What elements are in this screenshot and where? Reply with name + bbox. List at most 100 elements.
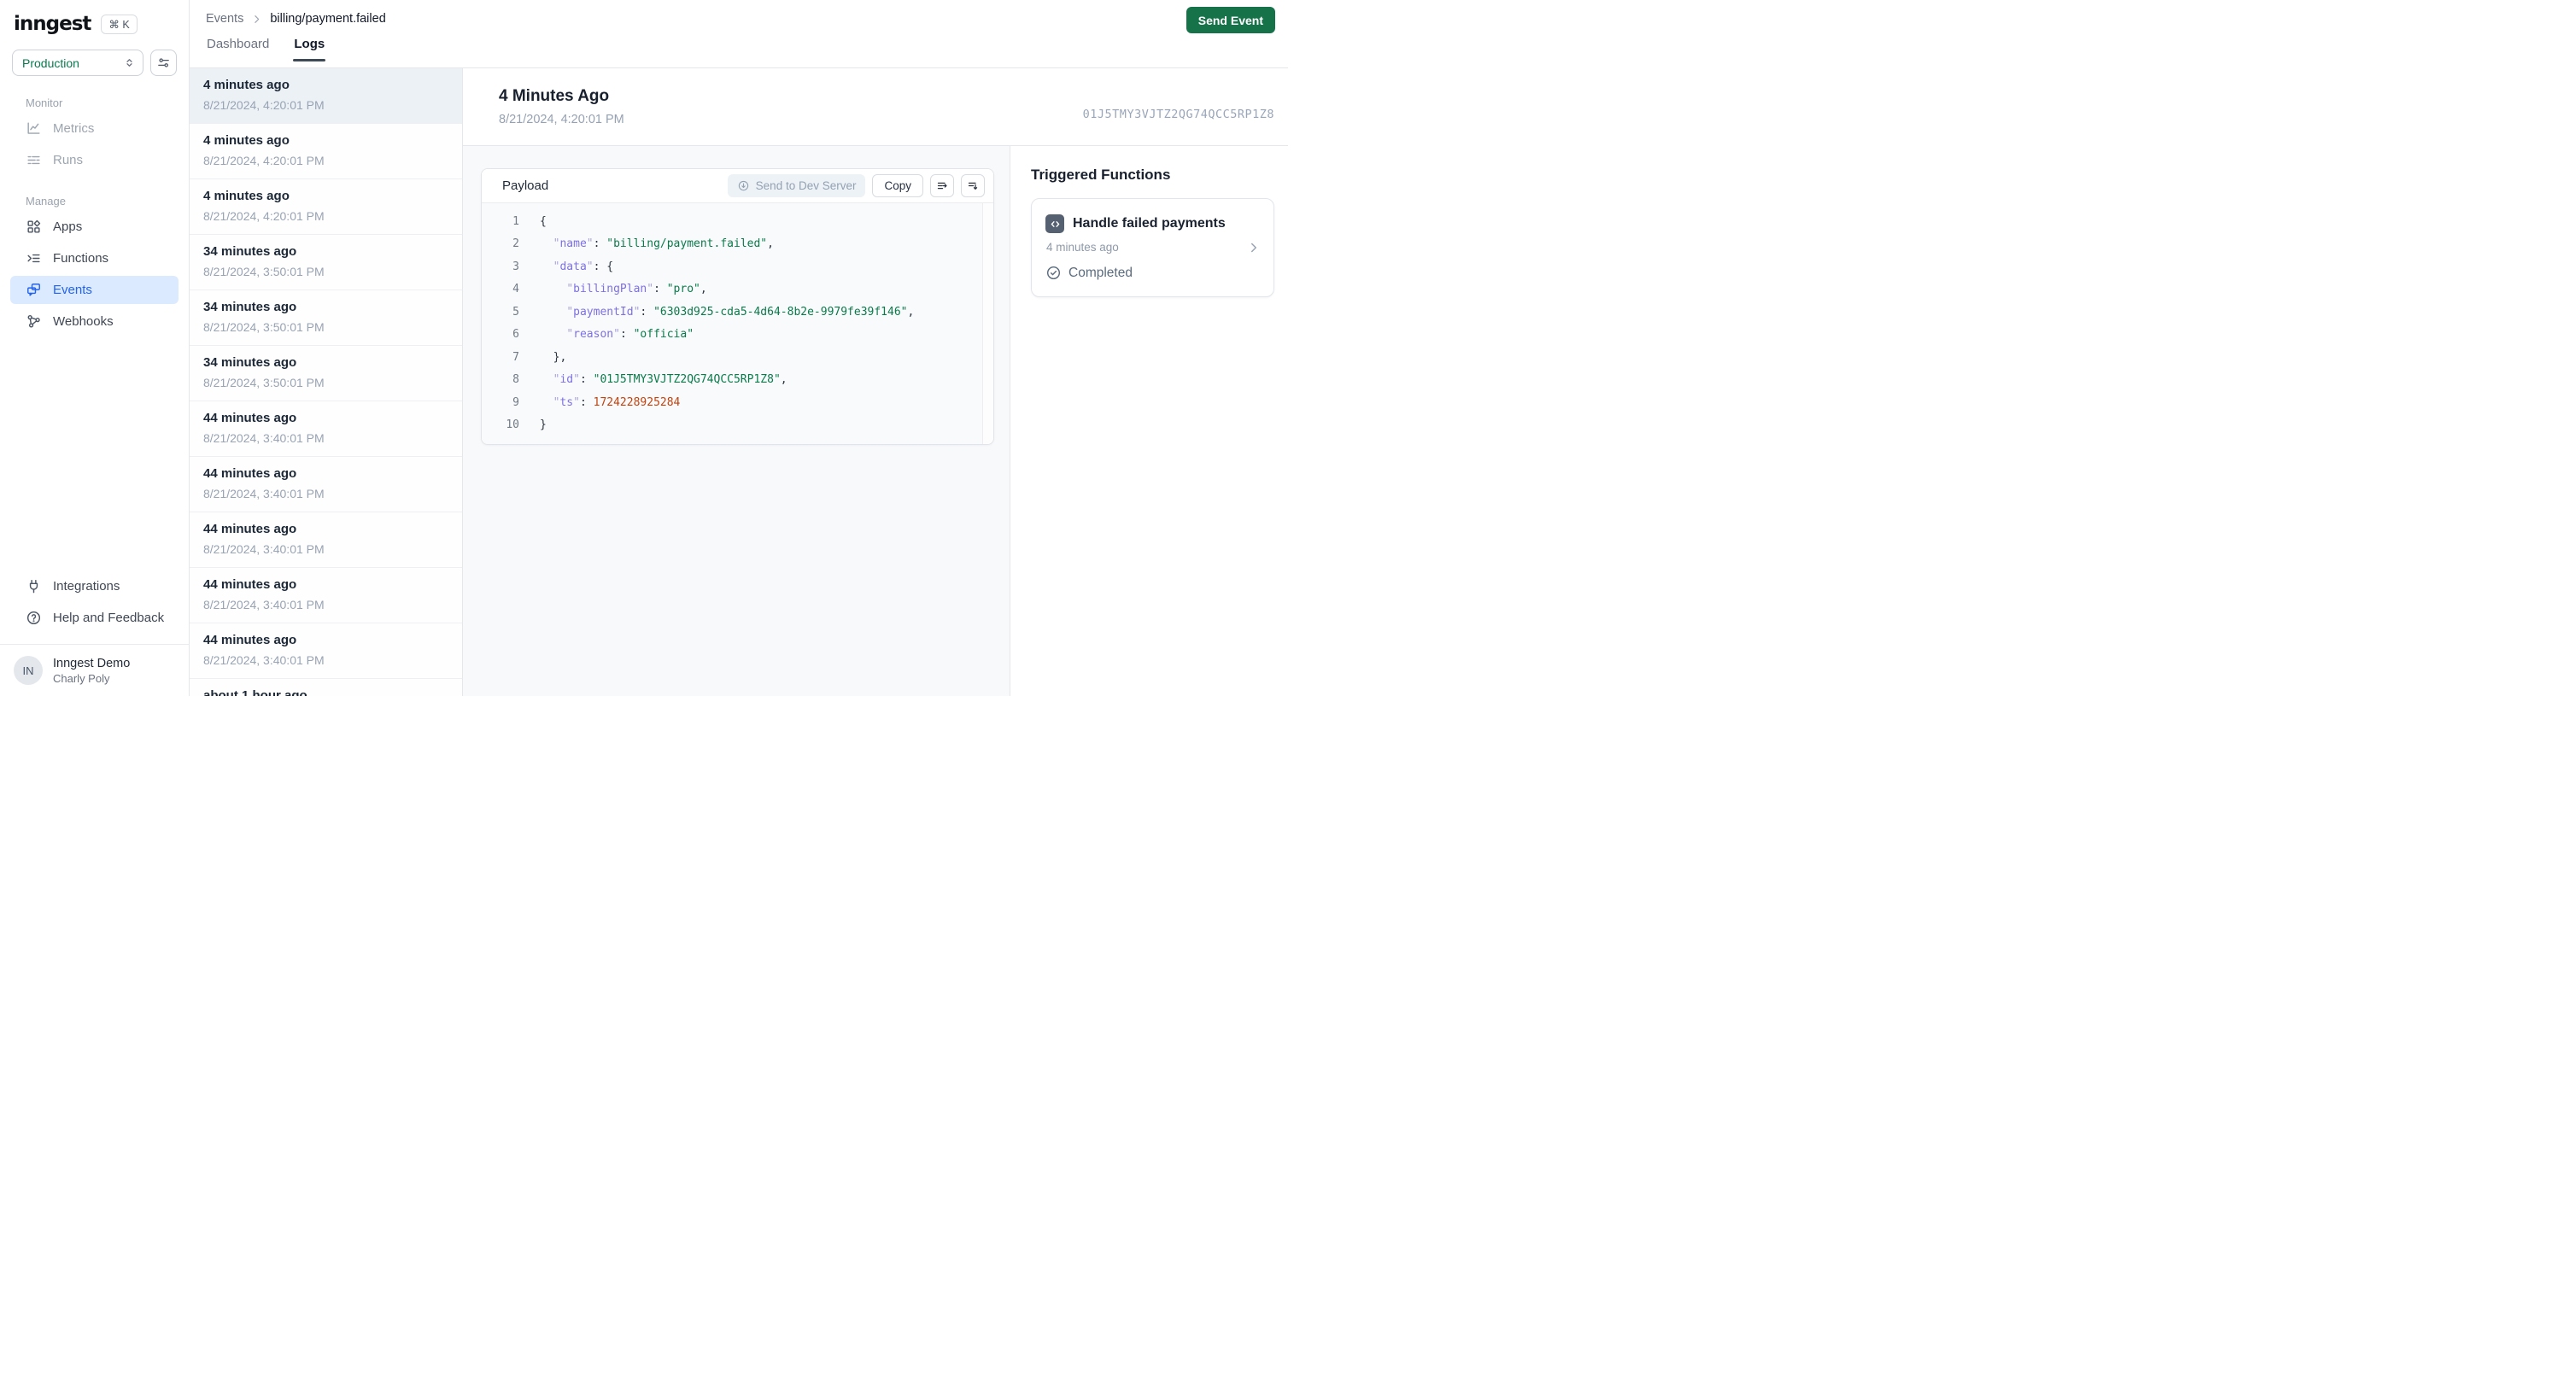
metrics-icon — [26, 120, 42, 137]
webhooks-icon — [26, 313, 42, 330]
code-content: "paymentId": "6303d925-cda5-4d64-8b2e-99… — [566, 305, 915, 319]
function-code-icon — [1045, 214, 1064, 233]
sidebar-item-label: Runs — [53, 153, 84, 167]
log-list-item[interactable]: 34 minutes ago 8/21/2024, 3:50:01 PM — [190, 235, 462, 290]
log-item-title: 4 minutes ago — [203, 189, 290, 203]
function-run-time: 4 minutes ago — [1046, 241, 1119, 254]
code-content: } — [540, 418, 547, 432]
main-area: Events billing/payment.failed Dashboard … — [190, 0, 1288, 696]
sidebar-item-webhooks[interactable]: Webhooks — [10, 307, 179, 336]
log-item-timestamp: 8/21/2024, 4:20:01 PM — [203, 154, 325, 167]
sidebar-item-integrations[interactable]: Integrations — [10, 572, 179, 600]
sidebar-item-help-and-feedback[interactable]: Help and Feedback — [10, 604, 179, 632]
log-list-item[interactable]: 4 minutes ago 8/21/2024, 4:20:01 PM — [190, 124, 462, 179]
payload-code-editor[interactable]: 1{2 "name": "billing/payment.failed", 3 "… — [482, 203, 993, 444]
log-list-item[interactable]: 34 minutes ago 8/21/2024, 3:50:01 PM — [190, 290, 462, 346]
payload-actions: Send to Dev Server Copy — [727, 174, 985, 197]
wrap-text-button[interactable] — [930, 174, 954, 197]
app-window: inngest ⌘ K Production Monitor Metrics Run… — [0, 0, 1288, 696]
breadcrumb-event-name: billing/payment.failed — [270, 12, 386, 26]
scroll-to-bottom-button[interactable] — [961, 174, 985, 197]
tab-bar: Dashboard Logs — [206, 35, 1268, 61]
log-item-title: 4 minutes ago — [203, 78, 290, 92]
log-item-timestamp: 8/21/2024, 3:40:01 PM — [203, 542, 325, 556]
log-item-title: 34 minutes ago — [203, 355, 297, 370]
sidebar-item-label: Integrations — [53, 579, 120, 594]
send-to-dev-server-button[interactable]: Send to Dev Server — [727, 174, 866, 197]
user-menu[interactable]: IN Inngest Demo Charly Poly — [0, 645, 189, 696]
sidebar-item-apps[interactable]: Apps — [10, 213, 179, 241]
avatar: IN — [14, 656, 43, 685]
command-k-shortcut[interactable]: ⌘ K — [101, 14, 138, 34]
environment-selector-value: Production — [22, 56, 79, 70]
sidebar-item-metrics[interactable]: Metrics — [10, 114, 179, 143]
detail-body: Payload Send to Dev Server Copy 1 {2 "n… — [463, 146, 1288, 696]
code-line: 2 "name": "billing/payment.failed", — [482, 233, 981, 256]
line-number: 7 — [512, 350, 519, 364]
code-content: "billingPlan": "pro", — [566, 283, 707, 296]
page-header: Events billing/payment.failed Dashboard … — [190, 0, 1288, 68]
chevron-up-down-icon — [123, 56, 136, 69]
code-content: "data": { — [553, 260, 614, 273]
log-item-title: 44 minutes ago — [203, 466, 297, 481]
chevron-right-icon — [1246, 240, 1262, 255]
log-item-timestamp: 8/21/2024, 3:40:01 PM — [203, 653, 325, 667]
log-item-title: 44 minutes ago — [203, 411, 297, 425]
payload-scrollbar[interactable] — [982, 203, 993, 444]
triggered-functions-title: Triggered Functions — [1031, 167, 1171, 183]
line-number: 3 — [512, 260, 519, 273]
sliders-icon — [156, 56, 171, 70]
tab-logs[interactable]: Logs — [293, 35, 326, 61]
send-to-dev-server-label: Send to Dev Server — [755, 179, 857, 192]
log-list-item[interactable]: 4 minutes ago 8/21/2024, 4:20:01 PM — [190, 179, 462, 235]
code-line: 10} — [482, 414, 981, 437]
user-name: Charly Poly — [53, 671, 110, 685]
events-icon — [26, 282, 42, 298]
copy-button[interactable]: Copy — [872, 174, 923, 197]
code-line: 9 "ts": 1724228925284 — [482, 391, 981, 414]
breadcrumb: Events billing/payment.failed — [206, 0, 1268, 26]
code-content: }, — [540, 350, 567, 364]
triggered-function-row: Handle failed payments — [1045, 214, 1260, 233]
environment-settings-button[interactable] — [150, 50, 177, 76]
payload-panel: Payload Send to Dev Server Copy 1 {2 "n… — [481, 168, 994, 445]
sidebar-item-label: Apps — [53, 219, 83, 234]
code-line: 7 }, — [482, 346, 981, 369]
triggered-functions-region: Triggered Functions Handle failed paymen… — [1010, 146, 1288, 696]
payload-panel-header: Payload Send to Dev Server Copy — [482, 169, 993, 203]
line-number: 8 — [512, 373, 519, 387]
code-content: "name": "billing/payment.failed", — [553, 237, 774, 251]
log-list-item[interactable]: 44 minutes ago 8/21/2024, 3:40:01 PM — [190, 457, 462, 512]
breadcrumb-events[interactable]: Events — [206, 12, 243, 26]
payload-title: Payload — [502, 178, 549, 193]
cloud-download-icon — [737, 179, 750, 192]
sidebar-item-functions[interactable]: Functions — [10, 244, 179, 272]
workspace-row: Production — [12, 50, 177, 76]
log-list-item[interactable]: about 1 hour ago — [190, 679, 462, 696]
sidebar-item-label: Help and Feedback — [53, 611, 165, 625]
sidebar-item-runs[interactable]: Runs — [10, 146, 179, 174]
send-event-button[interactable]: Send Event — [1186, 7, 1275, 33]
integrations-icon — [26, 578, 42, 594]
breadcrumb-chevron-icon — [251, 14, 262, 25]
log-item-timestamp: 8/21/2024, 3:40:01 PM — [203, 431, 325, 445]
log-list-item[interactable]: 44 minutes ago 8/21/2024, 3:40:01 PM — [190, 401, 462, 457]
log-list-item[interactable]: 44 minutes ago 8/21/2024, 3:40:01 PM — [190, 568, 462, 623]
sidebar-item-label: Metrics — [53, 121, 95, 136]
nav-section-label-manage: Manage — [26, 195, 66, 208]
log-item-timestamp: 8/21/2024, 3:50:01 PM — [203, 265, 325, 278]
log-item-title: 34 minutes ago — [203, 244, 297, 259]
log-list-item[interactable]: 34 minutes ago 8/21/2024, 3:50:01 PM — [190, 346, 462, 401]
line-number: 2 — [512, 237, 519, 251]
log-list-item[interactable]: 44 minutes ago 8/21/2024, 3:40:01 PM — [190, 512, 462, 568]
log-list-item[interactable]: 44 minutes ago 8/21/2024, 3:40:01 PM — [190, 623, 462, 679]
sidebar-item-events[interactable]: Events — [10, 276, 179, 304]
tab-dashboard[interactable]: Dashboard — [206, 35, 270, 61]
line-number: 9 — [512, 395, 519, 409]
log-list-item[interactable]: 4 minutes ago 8/21/2024, 4:20:01 PM — [190, 68, 462, 124]
nav-section-label-monitor: Monitor — [26, 97, 63, 109]
environment-selector[interactable]: Production — [12, 50, 143, 76]
triggered-function-card[interactable]: Handle failed payments 4 minutes ago Com — [1031, 198, 1274, 297]
log-item-title: 44 minutes ago — [203, 522, 297, 536]
